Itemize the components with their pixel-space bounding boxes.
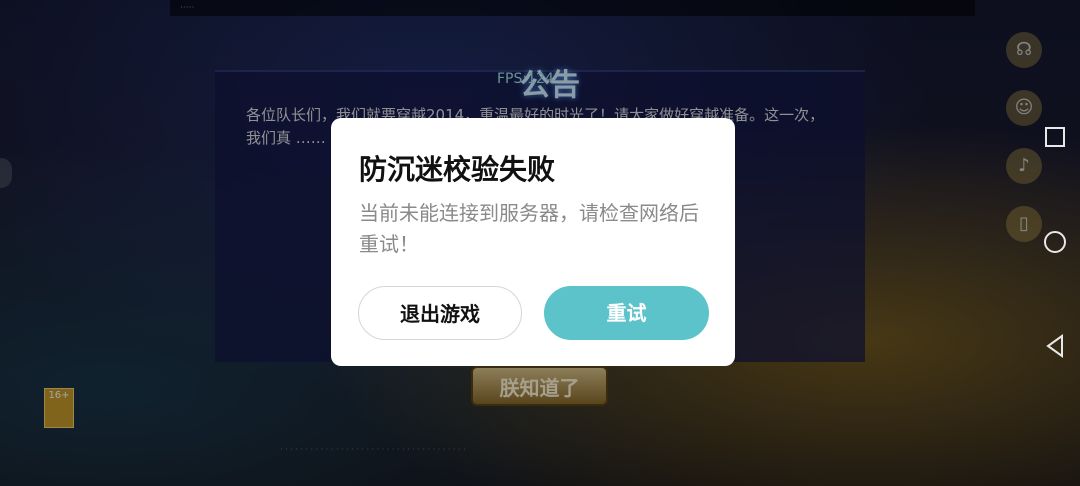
dialog-title: 防沉迷校验失败 (359, 153, 556, 186)
retry-button[interactable]: 重试 (544, 286, 709, 340)
anti-addiction-dialog: 防沉迷校验失败 当前未能连接到服务器，请检查网络后重试！ 退出游戏 重试 (331, 118, 735, 366)
system-nav-bar (1030, 0, 1080, 486)
circle-home-icon[interactable] (1042, 230, 1068, 256)
square-recent-icon[interactable] (1042, 126, 1068, 152)
triangle-back-icon[interactable] (1042, 334, 1068, 360)
game-screen: ····· 公告 FPS:124 各位队长们，我们就要穿越2014，重温最好的时… (0, 0, 1080, 486)
dialog-message: 当前未能连接到服务器，请检查网络后重试！ (359, 201, 699, 256)
exit-game-button[interactable]: 退出游戏 (358, 286, 522, 340)
